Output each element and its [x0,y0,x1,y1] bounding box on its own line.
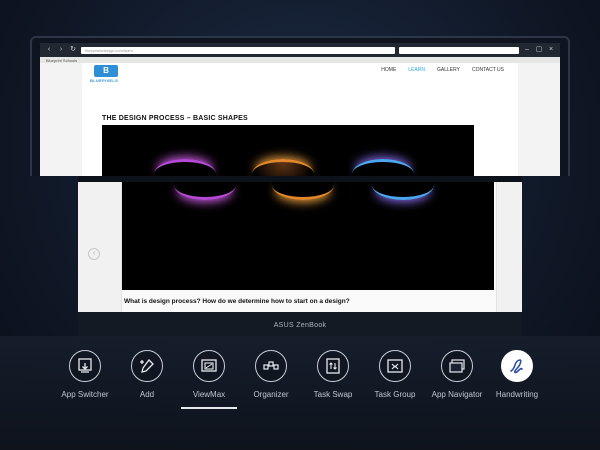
site-name: BLUEPIXELS [90,78,119,83]
launcher-label: Handwriting [495,390,539,399]
add-icon[interactable] [131,350,163,382]
orb-purple [154,159,216,176]
site-logo[interactable]: B [94,65,118,77]
nav-home[interactable]: HOME [381,67,396,73]
article-question: What is design process? How do we determ… [124,298,350,305]
orb-blue [352,159,414,176]
orb-orange [252,159,314,176]
launcher-app-switcher[interactable]: App Switcher [50,350,120,399]
brand-label: ASUS ZenBook [273,322,327,329]
browser-tab[interactable]: Blueprint Schools [46,58,77,63]
site-nav: HOME LEARN GALLERY CONTACT US [381,67,504,73]
launcher-handwriting[interactable]: Handwriting [482,350,552,399]
orb-purple-reflection [174,182,236,200]
top-screen: ‹ › ↻ blueprintsdesign.com/learn – ▢ × B… [40,43,560,176]
close-icon[interactable]: × [547,46,555,54]
maximize-icon[interactable]: ▢ [535,46,543,54]
video-player-top[interactable] [102,125,474,176]
viewmax-icon[interactable] [193,350,225,382]
orb-orange-reflection [272,182,334,200]
forward-icon[interactable]: › [57,46,65,54]
launcher-label: ViewMax [192,390,226,399]
bottom-screen: ‹ What is design process? How do we dete… [78,182,522,312]
launcher-viewmax[interactable]: ViewMax [174,350,244,399]
orb-blue-reflection [372,182,434,200]
launcher-label: Add [139,390,155,399]
task-group-icon[interactable] [379,350,411,382]
app-switcher-icon[interactable] [69,350,101,382]
video-player-bottom[interactable] [122,182,494,290]
side-panel-right [496,182,522,312]
launcher-label: Task Swap [313,390,353,399]
launcher-label: Organizer [253,390,289,399]
app-navigator-icon[interactable] [441,350,473,382]
organizer-icon[interactable] [255,350,287,382]
launcher-task-swap[interactable]: Task Swap [298,350,368,399]
article-title: THE DESIGN PROCESS – BASIC SHAPES [102,115,248,122]
launcher-add[interactable]: Add [112,350,182,399]
launcher-organizer[interactable]: Organizer [236,350,306,399]
back-icon[interactable]: ‹ [45,46,53,54]
side-panel-left: ‹ [78,182,122,312]
browser-toolbar: ‹ › ↻ blueprintsdesign.com/learn – ▢ × [40,43,560,57]
selected-indicator [181,407,237,409]
screenxpert-launcher: App Switcher Add ViewMax Organizer Task … [0,336,600,450]
scroll-left-icon[interactable]: ‹ [88,248,100,260]
launcher-label: App Switcher [61,390,109,399]
web-page: B BLUEPIXELS HOME LEARN GALLERY CONTACT … [82,63,518,176]
nav-contact[interactable]: CONTACT US [472,67,504,73]
launcher-task-group[interactable]: Task Group [360,350,430,399]
nav-learn[interactable]: LEARN [408,67,425,73]
minimize-icon[interactable]: – [523,46,531,54]
search-box[interactable] [399,46,519,54]
task-swap-icon[interactable] [317,350,349,382]
handwriting-icon[interactable] [501,350,533,382]
refresh-icon[interactable]: ↻ [69,46,77,54]
address-bar[interactable]: blueprintsdesign.com/learn [81,46,395,54]
launcher-label: Task Group [374,390,416,399]
nav-gallery[interactable]: GALLERY [437,67,460,73]
